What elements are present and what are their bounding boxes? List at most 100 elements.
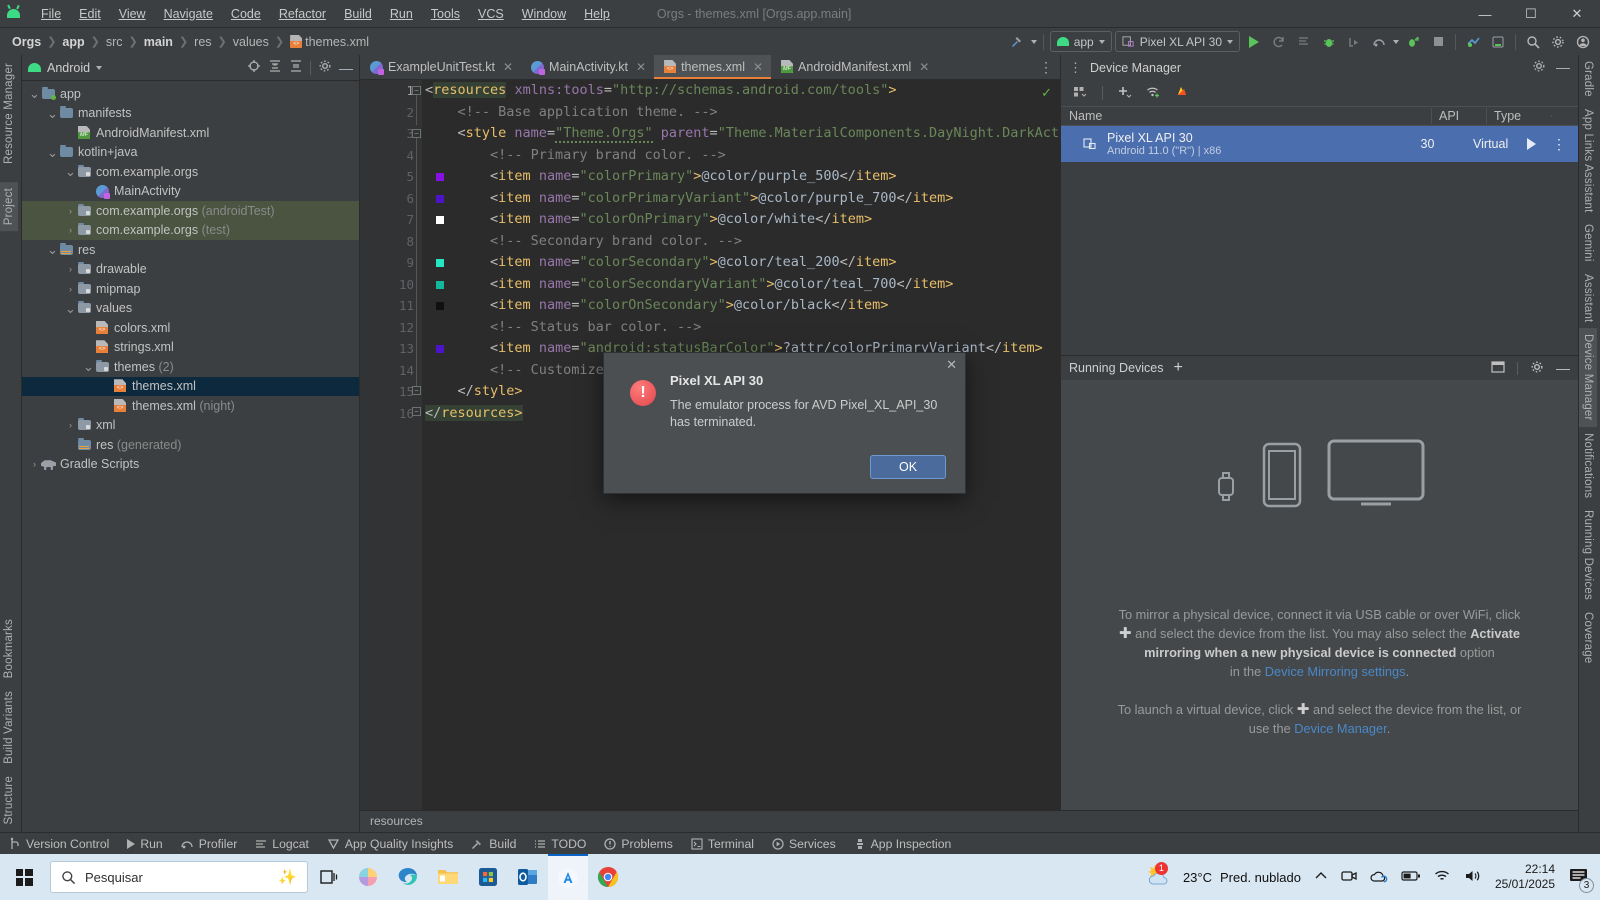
search-everywhere-icon[interactable] (1522, 31, 1544, 52)
tree-node-res[interactable]: ⌄ res (22, 240, 359, 260)
attach-debugger-icon[interactable] (1402, 31, 1424, 52)
fold-marker-line1[interactable]: − (412, 86, 421, 95)
tool-window-services[interactable]: Services (763, 833, 845, 855)
chevron-down-icon[interactable]: ⌄ (46, 146, 59, 159)
tab-close-icon[interactable]: ✕ (753, 60, 763, 74)
tree-node-values[interactable]: ⌄ values (22, 299, 359, 319)
hide-panel-icon[interactable]: — (339, 61, 353, 75)
breadcrumb-res[interactable]: res (190, 34, 215, 50)
battery-icon[interactable] (1401, 870, 1421, 885)
debug-icon[interactable] (1318, 31, 1340, 52)
fold-marker-line3[interactable]: − (412, 129, 421, 138)
column-header-api[interactable]: API (1431, 108, 1486, 124)
chevron-down-icon[interactable]: ⌄ (46, 107, 59, 120)
profile-icon[interactable] (1343, 31, 1365, 52)
tool-window-profiler[interactable]: Profiler (172, 833, 247, 855)
menu-view[interactable]: View (110, 4, 155, 24)
tree-node-strings-xml[interactable]: <> strings.xml (22, 338, 359, 358)
tool-window-logcat[interactable]: Logcat (246, 833, 318, 855)
tree-node-app[interactable]: ⌄ app (22, 84, 359, 104)
left-tool-window-strip[interactable]: Resource Manager Project Bookmarks Build… (0, 55, 22, 832)
tree-node-themes-xml[interactable]: <> themes.xml (22, 376, 359, 396)
fold-marker-line16[interactable]: − (412, 407, 421, 416)
chevron-down-icon[interactable]: ⌄ (82, 360, 95, 373)
run-with-coverage-icon[interactable] (1293, 31, 1315, 52)
tree-node-res[interactable]: res (generated) (22, 435, 359, 455)
breadcrumb[interactable]: Orgs ❯ app ❯ src ❯ main ❯ res ❯ values ❯ <> the… (0, 34, 373, 50)
firebase-icon[interactable] (1175, 85, 1189, 102)
breadcrumb-values[interactable]: values (229, 34, 273, 50)
sidebar-item-structure[interactable]: Structure (0, 770, 18, 830)
tree-node-kotlin-java[interactable]: ⌄ kotlin+java (22, 143, 359, 163)
task-view-icon[interactable] (308, 854, 348, 900)
tab-close-icon[interactable]: ✕ (503, 60, 513, 74)
menu-run[interactable]: Run (381, 4, 422, 24)
maximize-button[interactable]: ☐ (1508, 0, 1554, 28)
chrome-icon[interactable] (588, 854, 628, 900)
tree-node-xml[interactable]: › xml (22, 416, 359, 436)
overflow-menu-icon[interactable]: ⋮ (1552, 137, 1566, 151)
menu-file[interactable]: File (32, 4, 70, 24)
sidebar-item-coverage[interactable]: Coverage (1579, 606, 1597, 669)
tree-node-mainactivity[interactable]: MainActivity (22, 182, 359, 202)
build-hammer-icon[interactable] (1006, 31, 1028, 52)
device-mirroring-settings-link[interactable]: Device Mirroring settings (1265, 664, 1406, 679)
tool-window-problems[interactable]: Problems (595, 833, 681, 855)
sidebar-item-device-manager[interactable]: Device Manager (1579, 328, 1597, 427)
menu-code[interactable]: Code (222, 4, 270, 24)
screen-record-icon[interactable] (1341, 869, 1357, 886)
tool-window-app-quality-insights[interactable]: App Quality Insights (318, 833, 462, 855)
sidebar-item-running-devices[interactable]: Running Devices (1579, 504, 1597, 606)
dialog-ok-button[interactable]: OK (870, 455, 946, 479)
running-devices-gear-icon[interactable] (1530, 360, 1544, 377)
chevron-right-icon[interactable]: › (64, 420, 77, 430)
onedrive-icon[interactable] (1370, 869, 1388, 886)
sidebar-item-build-variants[interactable]: Build Variants (0, 685, 18, 770)
column-header-name[interactable]: Name (1061, 109, 1431, 123)
chevron-up-icon[interactable] (1314, 870, 1328, 885)
close-button[interactable]: ✕ (1554, 0, 1600, 28)
tree-node-colors-xml[interactable]: <> colors.xml (22, 318, 359, 338)
pair-wifi-icon[interactable] (1146, 85, 1161, 102)
sidebar-item-project[interactable]: Project (0, 182, 18, 232)
column-header-type[interactable]: Type (1486, 108, 1551, 124)
device-manager-minimize-icon[interactable]: — (1556, 60, 1570, 74)
tree-node-androidmanifest-xml[interactable]: MF AndroidManifest.xml (22, 123, 359, 143)
breadcrumb-themes-xml[interactable]: <> themes.xml (286, 34, 373, 50)
right-tool-window-strip[interactable]: Gradle App Links Assistant Gemini Assist… (1578, 55, 1600, 832)
profiler-dropdown-caret-icon[interactable] (1393, 39, 1399, 44)
chevron-down-icon[interactable]: ⌄ (64, 165, 77, 178)
wifi-icon[interactable] (1434, 869, 1451, 886)
chevron-right-icon[interactable]: › (64, 206, 77, 216)
copilot-icon[interactable] (348, 854, 388, 900)
breadcrumb-src[interactable]: src (102, 34, 127, 50)
tree-node-themes-xml[interactable]: <> themes.xml (night) (22, 396, 359, 416)
tool-window-version-control[interactable]: Version Control (0, 833, 118, 855)
menu-refactor[interactable]: Refactor (270, 4, 335, 24)
add-device-icon[interactable] (1117, 85, 1132, 102)
editor-tab-bar[interactable]: ExampleUnitTest.kt ✕ MainActivity.kt ✕ <> the… (360, 55, 1060, 80)
inspection-status-icon[interactable]: ✓ (1041, 85, 1052, 101)
project-settings-gear-icon[interactable] (318, 59, 332, 76)
editor-tab-exampleunittest-kt[interactable]: ExampleUnitTest.kt ✕ (360, 55, 521, 79)
project-tree[interactable]: ⌄ app ⌄ manifests MF AndroidManifest.xml ⌄ kotl… (22, 81, 359, 832)
file-explorer-icon[interactable] (428, 854, 468, 900)
chevron-right-icon[interactable]: › (28, 459, 41, 469)
device-grid-icon[interactable] (1073, 85, 1088, 102)
menu-build[interactable]: Build (335, 4, 381, 24)
rerun-icon[interactable] (1268, 31, 1290, 52)
add-running-device-icon[interactable]: + (1174, 360, 1183, 376)
tree-node-com-example-orgs[interactable]: › com.example.orgs (androidTest) (22, 201, 359, 221)
table-row[interactable]: Pixel XL API 30 Android 11.0 ("R") | x86… (1061, 126, 1578, 162)
editor-tab-androidmanifest-xml[interactable]: MF AndroidManifest.xml ✕ (771, 55, 937, 79)
windows-start-icon[interactable] (0, 854, 48, 900)
chevron-right-icon[interactable]: › (64, 225, 77, 235)
android-studio-icon[interactable] (548, 854, 588, 900)
tree-node-com-example-orgs[interactable]: ⌄ com.example.orgs (22, 162, 359, 182)
outlook-icon[interactable] (508, 854, 548, 900)
window-controls[interactable]: — ☐ ✕ (1462, 0, 1600, 28)
running-devices-minimize-icon[interactable]: — (1556, 361, 1570, 375)
stop-icon[interactable] (1427, 31, 1449, 52)
profiler-arc-icon[interactable] (1368, 31, 1390, 52)
editor-tab-mainactivity-kt[interactable]: MainActivity.kt ✕ (521, 55, 654, 79)
